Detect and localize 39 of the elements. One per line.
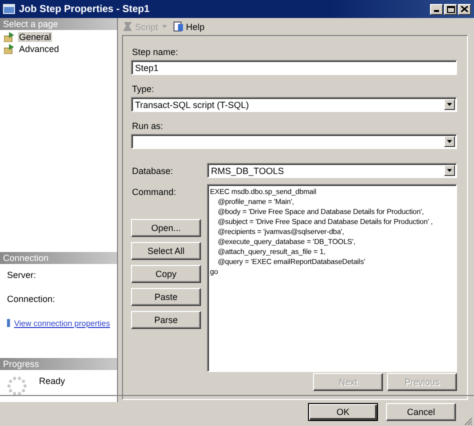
connection-properties-link[interactable]: View connection properties [14,319,110,328]
connection-label: Connection: [7,294,56,306]
command-button[interactable]: Select All [131,242,201,260]
type-label: Type: [132,84,156,94]
close-icon [461,6,468,12]
page-item[interactable]: General [18,32,52,42]
section-header: Connection [0,252,117,264]
minimize-button[interactable] [430,4,443,14]
run-as-select[interactable] [131,134,457,149]
run-as-label: Run as: [132,121,164,131]
section-header: Progress [0,358,117,370]
window-title: Job Step Properties - Step1 [19,4,151,14]
database-select[interactable]: RMS_DB_TOOLS [211,166,284,176]
spinner-icon [7,376,27,396]
section-header: Select a page [0,18,117,30]
progress-status: Ready [39,376,66,386]
ok-button[interactable]: OK [308,402,378,420]
page-icon [4,32,15,42]
close-button[interactable] [458,4,471,14]
maximize-button[interactable] [444,4,457,14]
script-icon [122,21,133,32]
cancel-button[interactable]: Cancel [386,402,456,420]
help-button[interactable]: Help [173,21,205,32]
resize-grip-icon [463,416,473,426]
window-icon [3,4,15,14]
maximize-icon [446,6,454,12]
step-name-label: Step name: [132,47,180,57]
page-icon [4,44,15,54]
caret-icon [162,25,168,28]
server-label: Server: [7,270,38,282]
command-label: Command: [132,187,178,197]
command-button[interactable]: Open... [131,219,201,237]
database-label: Database: [132,166,174,178]
page-item[interactable]: Advanced [18,44,60,54]
help-icon [173,21,184,32]
command-button[interactable]: Copy [131,265,201,283]
step-name-field[interactable]: Step1 [131,60,457,75]
command-button[interactable]: Paste [131,288,201,306]
command-button[interactable]: Parse [131,311,201,329]
